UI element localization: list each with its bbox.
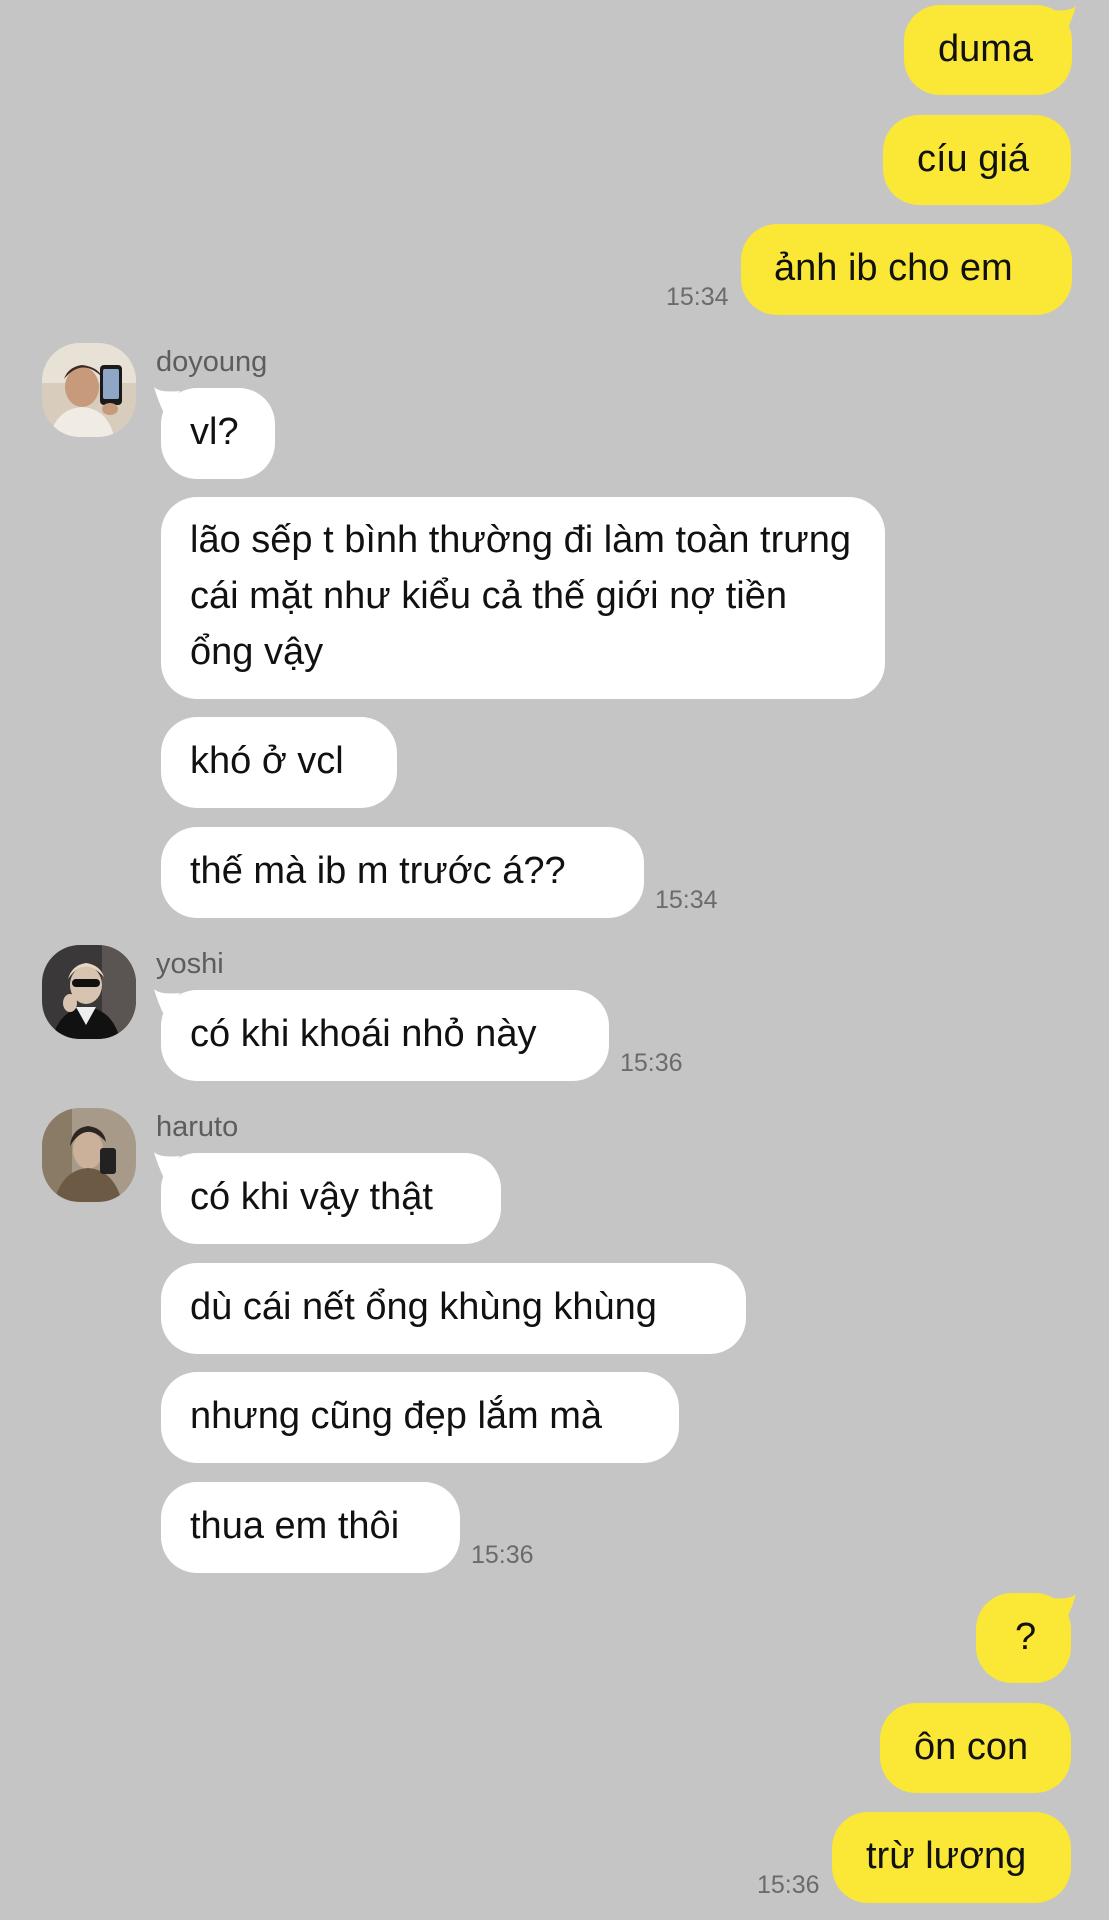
- my-message[interactable]: duma: [904, 5, 1072, 95]
- their-message[interactable]: thua em thôi: [161, 1482, 460, 1573]
- their-message[interactable]: khó ở vcl: [161, 717, 397, 808]
- haruto-avatar[interactable]: [42, 1108, 136, 1202]
- their-message[interactable]: dù cái nết ổng khùng khùng: [161, 1263, 746, 1354]
- timestamp: 15:36: [620, 1049, 683, 1077]
- their-message[interactable]: nhưng cũng đẹp lắm mà: [161, 1372, 679, 1463]
- my-message[interactable]: ?: [976, 1593, 1071, 1683]
- their-message[interactable]: có khi vậy thật: [161, 1153, 501, 1244]
- timestamp: 15:34: [655, 886, 718, 914]
- their-message[interactable]: có khi khoái nhỏ này: [161, 990, 609, 1081]
- sender-name: doyoung: [156, 346, 268, 378]
- their-message[interactable]: vl?: [161, 388, 275, 479]
- timestamp: 15:36: [757, 1871, 820, 1899]
- my-message[interactable]: ôn con: [880, 1703, 1071, 1793]
- timestamp: 15:34: [666, 283, 729, 311]
- my-message[interactable]: trừ lương: [832, 1812, 1071, 1903]
- sender-name: yoshi: [156, 948, 224, 980]
- my-message[interactable]: cíu giá: [883, 115, 1071, 205]
- their-message[interactable]: lão sếp t bình thường đi làm toàn trưng …: [161, 497, 885, 699]
- their-message[interactable]: thế mà ib m trước á??: [161, 827, 644, 918]
- sender-name: haruto: [156, 1111, 239, 1143]
- doyoung-avatar[interactable]: [42, 343, 136, 437]
- yoshi-avatar[interactable]: [42, 945, 136, 1039]
- timestamp: 15:36: [471, 1541, 534, 1569]
- my-message[interactable]: ảnh ib cho em: [741, 224, 1072, 315]
